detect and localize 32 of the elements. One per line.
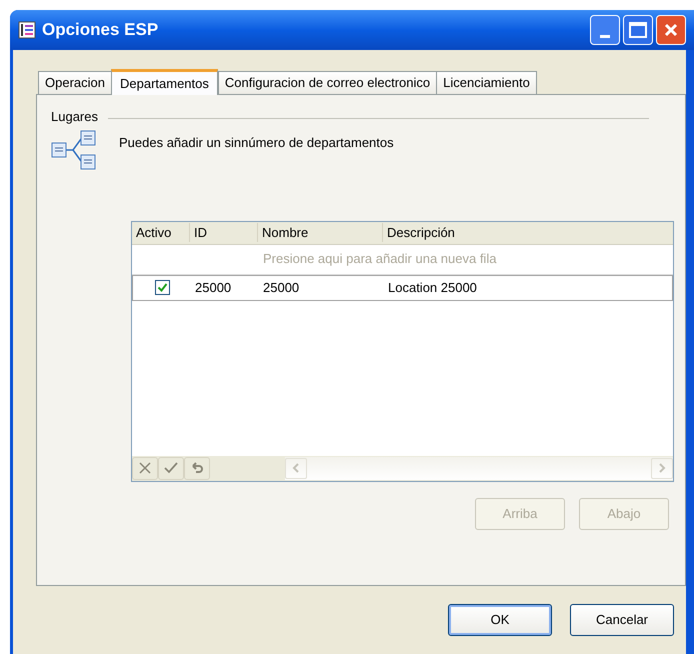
app-icon: [18, 21, 36, 39]
undo-icon[interactable]: [190, 461, 204, 475]
maximize-button[interactable]: [623, 15, 653, 45]
scroll-left-icon[interactable]: [285, 458, 307, 478]
checkbox[interactable]: [154, 280, 170, 295]
scroll-right-icon[interactable]: [651, 458, 673, 478]
checkmark-icon[interactable]: [164, 461, 178, 475]
close-button[interactable]: [656, 15, 686, 45]
tab[interactable]: Operacion: [38, 71, 112, 94]
table-row[interactable]: 25000 25000 Location 25000: [132, 274, 673, 300]
table-cell-text: 25000: [262, 278, 300, 297]
close-icon[interactable]: [664, 23, 678, 37]
cross-icon[interactable]: [138, 461, 152, 475]
minimize-button[interactable]: [590, 15, 620, 45]
horizontal-scrollbar[interactable]: [285, 456, 673, 480]
cancel-edit-button[interactable]: [132, 456, 158, 480]
dialog-button[interactable]: Cancelar: [570, 604, 674, 636]
column-header[interactable]: ID: [190, 222, 258, 242]
undo-button[interactable]: [184, 456, 210, 480]
column-header[interactable]: Nombre: [258, 222, 383, 242]
column-header[interactable]: Activo: [132, 222, 190, 242]
confirm-edit-button[interactable]: [158, 456, 184, 480]
section-title: Lugares: [51, 108, 98, 126]
tab[interactable]: Licenciamiento: [436, 71, 537, 94]
dialog-button[interactable]: OK: [448, 604, 552, 636]
window-title: Opciones ESP: [42, 19, 158, 42]
tab[interactable]: Configuracion de correo electronico: [218, 71, 438, 94]
table-cell-text: Location 25000: [387, 278, 478, 297]
table-cell-text: 25000: [194, 278, 232, 297]
description-text: Puedes añadir un sinnúmero de departamentos: [119, 134, 394, 152]
column-header[interactable]: Descripción: [383, 222, 673, 242]
tab[interactable]: Departamentos: [110, 69, 218, 95]
